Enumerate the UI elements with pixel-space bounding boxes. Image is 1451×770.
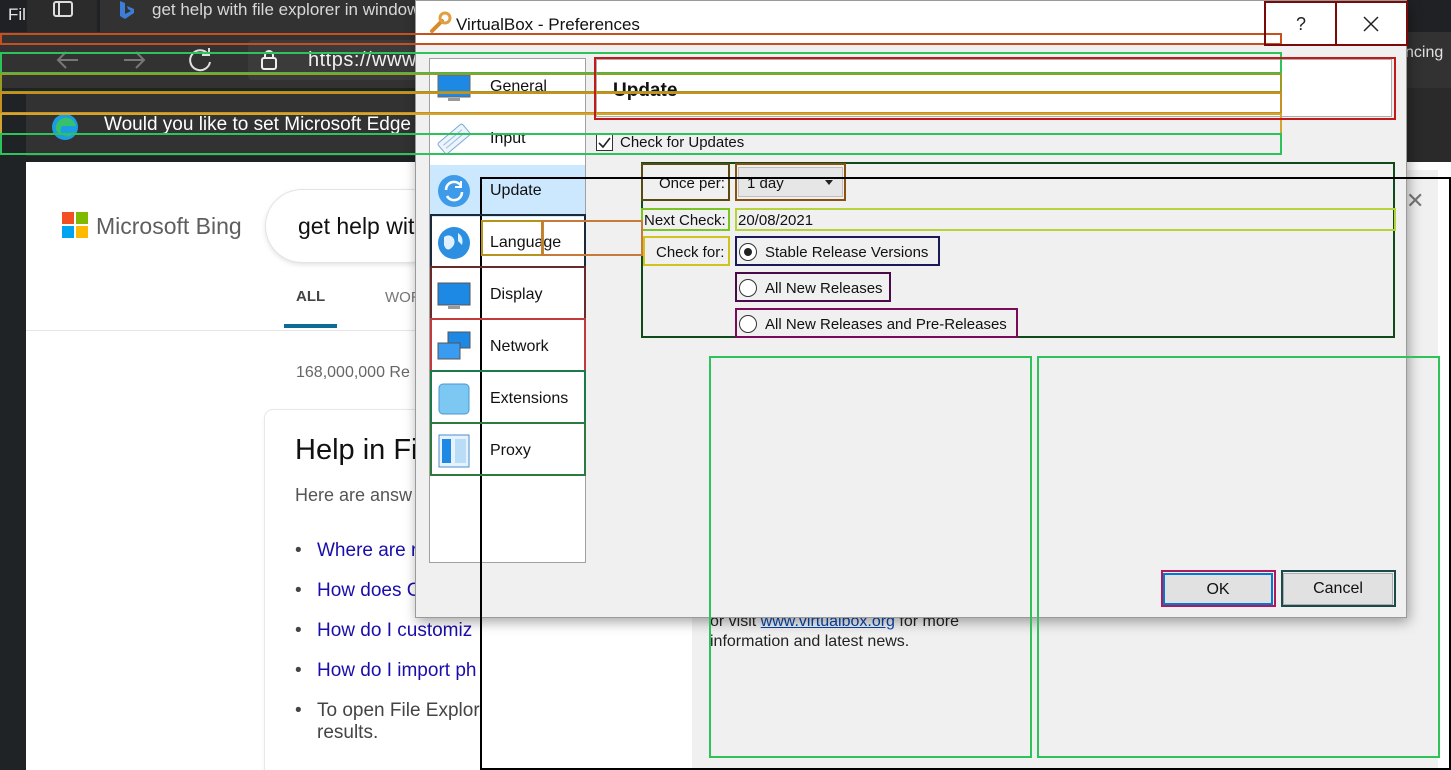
ok-button[interactable]: OK [1163, 573, 1273, 605]
welcome-line2: information and latest news. [710, 633, 910, 650]
radio-pre-releases[interactable] [739, 315, 757, 333]
answer-link[interactable]: How do I import ph [317, 660, 476, 681]
once-per-value: 1 day [747, 175, 784, 192]
tab-actions-icon [53, 1, 73, 17]
answer-link[interactable]: How does C [317, 580, 421, 601]
lock-icon [261, 50, 277, 70]
preferences-dialog: VirtualBox - Preferences ? General Input… [415, 0, 1407, 618]
microsoft-logo-icon [62, 212, 88, 238]
category-list: General Input Update Language Display Ne… [429, 58, 586, 563]
cancel-button[interactable]: Cancel [1283, 573, 1393, 605]
tab-file-label: Fil [8, 5, 26, 24]
card-subtitle: Here are answ [295, 485, 413, 505]
left-dark-strip [0, 156, 26, 770]
category-input[interactable]: Input [430, 113, 585, 165]
close-icon [1363, 16, 1379, 32]
check-for-label: Check for: [656, 244, 725, 261]
category-label: Network [490, 338, 549, 355]
answer-link[interactable]: How do I customiz [317, 620, 472, 641]
tab-actions-button[interactable] [27, 0, 97, 32]
next-check-value: 20/08/2021 [738, 212, 814, 229]
bing-brand[interactable]: Microsoft Bing [96, 213, 242, 240]
category-label: General [490, 78, 547, 95]
category-proxy[interactable]: Proxy [430, 425, 585, 477]
radio-label[interactable]: Stable Release Versions [765, 244, 928, 261]
default-browser-infobar: Would you like to set Microsoft Edge as … [26, 92, 624, 156]
once-per-select[interactable]: 1 day [738, 167, 843, 197]
keyboard-icon [437, 123, 471, 155]
check-for-updates-label[interactable]: Check for Updates [620, 134, 744, 151]
tab-all-underline [284, 324, 337, 328]
back-arrow-icon [56, 51, 78, 69]
back-button[interactable] [50, 42, 86, 78]
browser-tab[interactable]: get help with file explorer in windows [100, 0, 428, 32]
close-icon[interactable]: ✕ [1406, 188, 1424, 214]
search-query: get help wit [298, 213, 415, 239]
monitor-icon [437, 74, 471, 101]
proxy-icon [438, 434, 470, 468]
radio-all-new-releases[interactable] [739, 279, 757, 297]
browser-tab-title: get help with file explorer in windows [152, 0, 428, 19]
update-icon [438, 175, 470, 207]
category-label: Update [490, 182, 542, 199]
category-label: Extensions [490, 390, 569, 407]
radio-label[interactable]: All New Releases and Pre-Releases [765, 316, 1007, 333]
right-hint-text: ncing [1405, 44, 1444, 61]
page-title: Update [613, 80, 678, 101]
checkmark-icon [598, 137, 611, 149]
category-network[interactable]: Network [430, 321, 585, 373]
radio-label[interactable]: All New Releases [765, 280, 883, 297]
bing-icon [120, 1, 134, 19]
category-general[interactable]: General [430, 61, 585, 113]
category-extensions[interactable]: Extensions [430, 373, 585, 425]
next-check-label: Next Check: [644, 212, 726, 229]
welcome-text: or visit www.virtualbox.org for more inf… [710, 612, 959, 652]
page-header: Update [596, 59, 1392, 117]
category-label: Display [490, 286, 543, 303]
globe-icon [438, 227, 470, 259]
list-item: How do I import ph [295, 660, 715, 700]
tabs-divider [26, 330, 426, 331]
category-label: Proxy [490, 442, 531, 459]
category-update[interactable]: Update [430, 165, 585, 217]
display-icon [437, 282, 471, 309]
category-display[interactable]: Display [430, 269, 585, 321]
chevron-down-icon [825, 180, 833, 185]
answer-link[interactable]: Where are r [317, 540, 417, 561]
virtualbox-app-icon [430, 11, 452, 33]
results-count: 168,000,000 Re [296, 364, 410, 381]
tab-all[interactable]: ALL [296, 288, 325, 305]
network-icon [437, 331, 471, 360]
card-title: Help in Fi [295, 434, 418, 466]
radio-stable-releases[interactable] [739, 243, 757, 261]
url-text: https://www [308, 49, 417, 71]
refresh-button[interactable] [182, 42, 218, 78]
list-item: How do I customiz [295, 620, 715, 660]
forward-arrow-icon [124, 51, 146, 69]
edge-icon [52, 114, 78, 140]
dialog-title: VirtualBox - Preferences [456, 15, 640, 34]
refresh-icon [189, 48, 211, 72]
forward-button[interactable] [116, 42, 152, 78]
list-item: To open File Explor results. [295, 700, 495, 760]
category-language[interactable]: Language [430, 217, 585, 269]
category-label: Language [490, 234, 562, 251]
extensions-icon [438, 383, 470, 415]
address-bar[interactable]: https://www [248, 40, 438, 80]
help-button[interactable]: ? [1266, 3, 1336, 45]
once-per-label: Once per: [659, 175, 725, 192]
dialog-titlebar[interactable]: VirtualBox - Preferences ? [416, 1, 1406, 45]
check-for-updates-checkbox[interactable] [596, 134, 613, 151]
category-label: Input [490, 130, 526, 147]
right-dark-strip [1406, 88, 1451, 162]
close-button[interactable] [1336, 3, 1406, 45]
